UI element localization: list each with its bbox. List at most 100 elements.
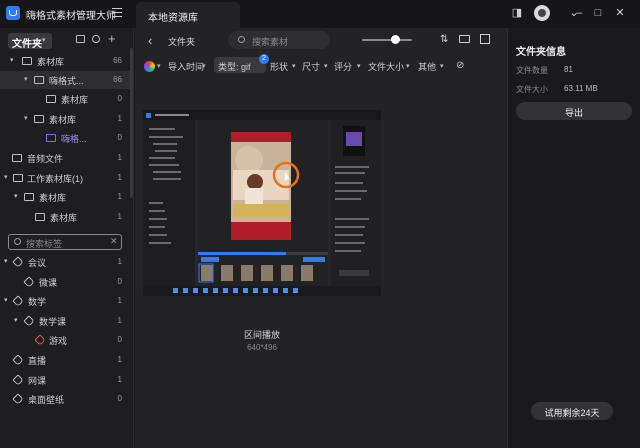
file-count-label: 文件数量 — [516, 66, 548, 75]
sort-icon[interactable]: ⇅ — [440, 34, 448, 45]
folder-icon — [46, 134, 56, 142]
sidebar-item-library-3[interactable]: ▾ 素材库 1 — [0, 188, 130, 206]
chevron-down-icon: ▾ — [14, 193, 18, 200]
sidebar-item-label: 素材库 — [39, 193, 67, 203]
tag-item-game[interactable]: 游戏 0 — [0, 331, 130, 349]
search-icon — [238, 36, 245, 43]
item-count: 0 — [117, 94, 122, 103]
item-count: 66 — [113, 56, 122, 65]
menu-icon[interactable] — [112, 8, 122, 17]
filter-other[interactable]: 其他 — [418, 60, 436, 73]
filter-import-time[interactable]: 导入时间 — [168, 60, 204, 73]
chevron-down-icon: ▾ — [157, 63, 161, 70]
tag-search-input[interactable]: 搜索标签 ✕ — [8, 234, 122, 250]
tag-count: 0 — [117, 335, 122, 344]
tag-item-meeting[interactable]: ▾ 会议 1 — [0, 253, 130, 271]
asset-thumbnail[interactable] — [143, 110, 381, 296]
sidebar-item-library-2[interactable]: ▾ 素材库 1 — [0, 110, 130, 128]
chevron-down-icon: ▾ — [14, 317, 18, 324]
breadcrumb[interactable]: 文件夹 — [168, 35, 195, 48]
sidebar-item-work-library[interactable]: ▾ 工作素材库(1) 1 — [0, 169, 130, 187]
tag-icon — [12, 295, 24, 307]
item-count: 1 — [117, 114, 122, 123]
add-icon[interactable]: + — [108, 31, 116, 46]
tag-label: 游戏 — [49, 336, 68, 346]
minimize-icon[interactable]: – — [571, 5, 587, 21]
filter-shape[interactable]: 形状 — [270, 60, 288, 73]
filter-badge: 2 — [259, 54, 269, 64]
sidebar-item-library[interactable]: ▾ 素材库 66 — [0, 52, 130, 70]
sidebar-item-sub-library[interactable]: 素材库 0 — [0, 90, 130, 108]
trial-label: 试用剩余24天 — [544, 408, 600, 418]
asset-name: 区间播放 — [243, 330, 280, 340]
tag-label: 桌面壁纸 — [28, 395, 65, 405]
filter-rating[interactable]: 评分 — [334, 60, 352, 73]
item-count: 1 — [117, 192, 122, 201]
sidebar-item-haigeshi[interactable]: ▾ 嗨格式... 66 — [0, 71, 130, 89]
tag-search-placeholder: 搜索标签 — [26, 239, 63, 249]
app-title: 嗨格式素材管理大师 — [26, 11, 116, 22]
sidebar-item-label: 工作素材库(1) — [27, 174, 83, 184]
filter-file-size[interactable]: 文件大小 — [368, 60, 404, 73]
chevron-down-icon: ▾ — [440, 63, 444, 70]
tag-item-math-class[interactable]: ▾ 数学课 1 — [0, 312, 130, 330]
sidebar-item-label: 素材库 — [49, 115, 77, 125]
clear-filter-icon[interactable]: ⊘ — [456, 60, 464, 71]
chevron-down-icon: ▾ — [292, 63, 296, 70]
sidebar-scrollbar[interactable] — [130, 48, 133, 198]
item-count: 66 — [113, 75, 122, 84]
close-icon[interactable]: ✕ — [612, 5, 628, 21]
folder-header-button[interactable]: 文件夹 ▾ — [8, 33, 52, 50]
tag-count: 0 — [117, 394, 122, 403]
clear-icon[interactable]: ✕ — [110, 236, 118, 247]
tag-label: 微课 — [39, 278, 58, 288]
item-count: 1 — [117, 212, 122, 221]
chevron-down-icon: ▾ — [24, 115, 28, 122]
search-icon[interactable] — [92, 35, 100, 43]
item-count: 0 — [117, 133, 122, 142]
back-icon[interactable]: ‹ — [148, 33, 152, 48]
folder-icon — [24, 193, 34, 201]
view-icon[interactable] — [459, 35, 470, 43]
filter-type-label: 类型: gif — [218, 62, 251, 72]
chevron-down-icon: ▾ — [10, 57, 14, 64]
tag-icon — [23, 276, 35, 288]
export-button[interactable]: 导出 — [516, 102, 632, 120]
sidebar-toggle-icon[interactable]: ◨ — [509, 5, 525, 21]
thumbnail-preview-image — [143, 110, 381, 296]
sidebar-item-label: 音频文件 — [27, 154, 64, 164]
folder-icon — [22, 57, 32, 65]
chevron-down-icon: ▾ — [24, 76, 28, 83]
slider-handle[interactable] — [391, 35, 400, 44]
asset-search-input[interactable]: 搜索素材 — [228, 31, 330, 49]
user-icon[interactable] — [534, 5, 550, 21]
tag-item-online-class[interactable]: 网课 1 — [0, 371, 130, 389]
color-icon[interactable] — [144, 61, 155, 72]
tag-label: 网课 — [28, 376, 47, 386]
sidebar-item-library-4[interactable]: 素材库 1 — [0, 208, 130, 226]
sidebar-item-audio[interactable]: 音频文件 1 — [0, 149, 130, 167]
filter-size[interactable]: 尺寸 — [302, 60, 320, 73]
folder-icon — [34, 76, 44, 84]
file-count-value: 81 — [564, 65, 573, 74]
zoom-slider[interactable] — [362, 39, 412, 41]
tag-item-microclass[interactable]: 微课 0 — [0, 273, 130, 291]
chevron-down-icon: ▾ — [4, 297, 8, 304]
sidebar-item-haige[interactable]: 嗨格... 0 — [0, 129, 130, 147]
new-folder-icon[interactable] — [76, 35, 85, 43]
tag-count: 1 — [117, 316, 122, 325]
tab-local-library[interactable]: 本地资源库 — [136, 2, 240, 28]
folder-icon — [34, 115, 44, 123]
chevron-down-icon: ▾ — [357, 63, 361, 70]
tag-item-live[interactable]: 直播 1 — [0, 351, 130, 369]
asset-search-placeholder: 搜索素材 — [252, 37, 289, 47]
trial-button[interactable]: 试用剩余24天 — [531, 402, 613, 420]
tag-item-math[interactable]: ▾ 数学 1 — [0, 292, 130, 310]
tag-item-wallpaper[interactable]: 桌面壁纸 0 — [0, 390, 130, 408]
folder-icon — [12, 154, 22, 162]
tab-label: 本地资源库 — [148, 13, 198, 24]
tag-label: 直播 — [28, 356, 47, 366]
maximize-icon[interactable]: □ — [590, 5, 606, 21]
grid-icon[interactable] — [480, 34, 490, 44]
search-icon — [14, 238, 21, 245]
